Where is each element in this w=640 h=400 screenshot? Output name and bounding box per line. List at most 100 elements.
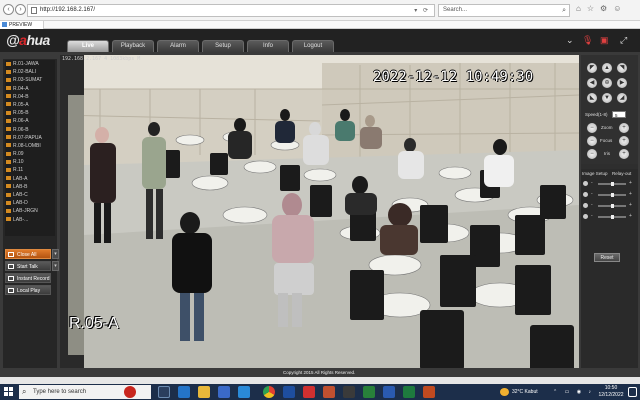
channel-item[interactable]: LAB-JRGN [5, 207, 55, 215]
channel-item[interactable]: LAB-B [5, 183, 55, 191]
menu-info[interactable]: Info [247, 40, 289, 52]
ptz-down-right-icon[interactable]: ◢ [617, 93, 627, 103]
instant-record-button[interactable]: Instant Record [5, 273, 51, 283]
smiley-icon[interactable]: ☺ [613, 4, 627, 13]
menu-playback[interactable]: Playback [112, 40, 154, 52]
store-icon[interactable] [218, 386, 230, 398]
browser-search-input[interactable]: Search... ⌕ [438, 4, 570, 17]
channel-item[interactable]: R.07-PAPUA [5, 134, 55, 142]
channel-item[interactable]: R.04-A [5, 85, 55, 93]
word-icon[interactable] [383, 386, 395, 398]
notifications-icon[interactable] [628, 387, 637, 397]
channel-item[interactable]: R.08-LOMBI [5, 142, 55, 150]
menu-logout[interactable]: Logout [292, 40, 334, 52]
slider-knob[interactable] [610, 193, 614, 197]
excel-icon[interactable] [403, 386, 415, 398]
increase-icon[interactable]: + [629, 180, 632, 186]
ptz-down-icon[interactable]: ▼ [602, 93, 612, 103]
live-video-view[interactable]: 192.168.2.167 4 1083kbps M 2022-12-12 10… [60, 55, 579, 371]
star-icon[interactable]: ☆ [587, 4, 600, 13]
channel-item[interactable]: R.02-BALI [5, 68, 55, 76]
brightness-slider[interactable]: - + [583, 180, 636, 187]
decrease-icon[interactable]: - [591, 191, 593, 197]
address-bar[interactable]: http://192.168.2.167/ ▾ ⟳ [27, 4, 435, 17]
back-icon[interactable]: ‹ [3, 4, 14, 15]
iris-open-icon[interactable]: + [619, 149, 629, 159]
slider-track[interactable] [598, 204, 626, 208]
channel-item[interactable]: R.06-A [5, 117, 55, 125]
internet-explorer-icon[interactable] [283, 386, 295, 398]
close-all-button[interactable]: Close All ▾ [5, 249, 59, 259]
increase-icon[interactable]: + [629, 191, 632, 197]
app-icon-orange[interactable] [323, 386, 335, 398]
menu-alarm[interactable]: Alarm [157, 40, 199, 52]
channel-item[interactable]: R.04-B [5, 93, 55, 101]
mail-icon[interactable] [238, 386, 250, 398]
start-talk-dropdown[interactable]: ▾ [52, 261, 59, 271]
slider-knob[interactable] [610, 204, 614, 208]
close-all-dropdown[interactable]: ▾ [52, 249, 59, 259]
channel-item[interactable]: R.09 [5, 150, 55, 158]
tab-preview[interactable]: PREVIEW [0, 21, 44, 29]
saturation-slider[interactable]: - + [583, 202, 636, 209]
channel-item[interactable]: R.11 [5, 166, 55, 174]
task-view-icon[interactable] [158, 386, 170, 398]
system-tray-icons[interactable]: ⌃ ▭ ◉ ♪ [553, 384, 594, 400]
forward-icon[interactable]: › [15, 4, 26, 15]
speed-select[interactable]: 5 [612, 111, 626, 118]
ptz-up-left-icon[interactable]: ◤ [587, 63, 597, 73]
reset-button[interactable]: Reset [594, 253, 620, 262]
fullscreen-icon[interactable]: ⤢ [620, 35, 627, 46]
app-icon-red[interactable] [303, 386, 315, 398]
hue-slider[interactable]: - + [583, 213, 636, 220]
app-icon-green[interactable] [363, 386, 375, 398]
contrast-slider[interactable]: - + [583, 191, 636, 198]
channel-item[interactable]: R.05-A [5, 101, 55, 109]
menu-live[interactable]: Live [67, 40, 109, 52]
slider-track[interactable] [598, 193, 626, 197]
channel-item[interactable]: R.06-B [5, 126, 55, 134]
channel-item[interactable]: LAB-D [5, 199, 55, 207]
iris-close-icon[interactable]: − [587, 149, 597, 159]
slider-track[interactable] [598, 215, 626, 219]
mic-icon[interactable]: 🎙 [582, 35, 593, 46]
refresh-icon[interactable]: ▾ ⟳ [414, 6, 430, 17]
decrease-icon[interactable]: - [591, 180, 593, 186]
focus-out-icon[interactable]: − [587, 136, 597, 146]
decrease-icon[interactable]: - [591, 213, 593, 219]
ptz-up-right-icon[interactable]: ◥ [617, 63, 627, 73]
increase-icon[interactable]: + [629, 202, 632, 208]
channel-item[interactable]: R.01-JAWA [5, 60, 55, 68]
app-icon-gray[interactable] [343, 386, 355, 398]
start-talk-button[interactable]: Start Talk ▾ [5, 261, 59, 271]
decrease-icon[interactable]: - [591, 202, 593, 208]
chrome-icon[interactable] [263, 386, 275, 398]
slider-knob[interactable] [610, 215, 614, 219]
increase-icon[interactable]: + [629, 213, 632, 219]
channel-item[interactable]: R.10 [5, 158, 55, 166]
channel-item[interactable]: LAB-A [5, 175, 55, 183]
zoom-in-icon[interactable]: + [619, 123, 629, 133]
edge-browser-icon[interactable] [178, 386, 190, 398]
ptz-right-icon[interactable]: ▶ [617, 78, 627, 88]
zoom-out-icon[interactable]: − [587, 123, 597, 133]
weather-text[interactable]: 32°C Kabut [512, 384, 538, 400]
channel-item[interactable]: LAB-... [5, 216, 55, 224]
focus-in-icon[interactable]: + [619, 136, 629, 146]
taskbar-clock[interactable]: 10:50 12/12/2022 [596, 385, 626, 399]
record-icon[interactable]: ▣ [600, 35, 609, 46]
home-icon[interactable]: ⌂ [576, 4, 587, 13]
ptz-down-left-icon[interactable]: ◣ [587, 93, 597, 103]
ptz-left-icon[interactable]: ◀ [587, 78, 597, 88]
channel-item[interactable]: R.03-SUMAT [5, 76, 55, 84]
menu-setup[interactable]: Setup [202, 40, 244, 52]
slider-track[interactable] [598, 182, 626, 186]
gear-icon[interactable]: ⚙ [600, 4, 613, 13]
chevron-down-icon[interactable]: ⌄ [566, 35, 574, 46]
ptz-up-icon[interactable]: ▲ [602, 63, 612, 73]
channel-item[interactable]: R.05-B [5, 109, 55, 117]
windows-start-icon[interactable] [4, 387, 14, 397]
channel-item[interactable]: LAB-C [5, 191, 55, 199]
local-play-button[interactable]: Local Play [5, 285, 51, 295]
file-explorer-icon[interactable] [198, 386, 210, 398]
